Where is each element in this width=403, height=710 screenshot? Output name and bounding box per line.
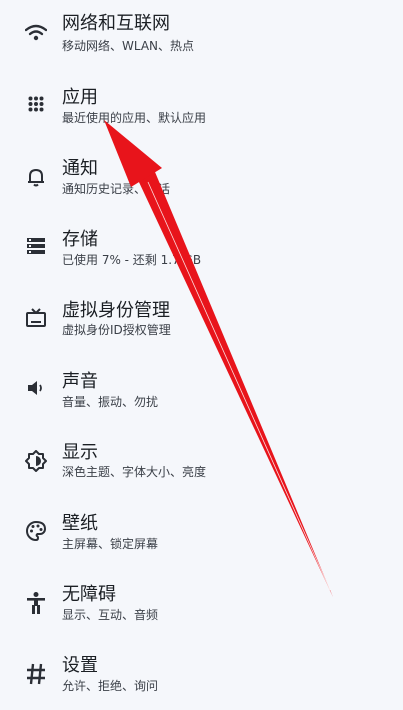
item-subtitle: 虚拟身份ID授权管理 xyxy=(62,323,171,337)
item-title: 网络和互联网 xyxy=(62,13,170,34)
item-title: 设置 xyxy=(62,655,98,676)
item-subtitle: 通知历史记录、对话 xyxy=(62,182,171,196)
settings-item-display[interactable]: 显示 深色主题、字体大小、亮度 xyxy=(0,427,403,497)
accessibility-icon xyxy=(24,591,48,615)
item-subtitle: 移动网络、WLAN、热点 xyxy=(62,39,195,53)
item-title: 虚拟身份管理 xyxy=(62,300,170,321)
settings-item-accessibility[interactable]: 无障碍 显示、互动、音频 xyxy=(0,569,403,639)
item-subtitle: 主屏幕、锁定屏幕 xyxy=(62,537,159,551)
apps-grid-icon xyxy=(24,92,48,116)
settings-item-notifications[interactable]: 通知 通知历史记录、对话 xyxy=(0,143,403,213)
item-title: 显示 xyxy=(62,442,98,463)
item-subtitle: 显示、互动、音频 xyxy=(62,608,159,622)
item-title: 存储 xyxy=(62,229,98,250)
item-subtitle: 深色主题、字体大小、亮度 xyxy=(62,465,207,479)
hash-icon xyxy=(24,662,48,686)
item-subtitle: 允许、拒绝、询问 xyxy=(62,679,159,693)
storage-icon xyxy=(24,234,48,258)
volume-icon xyxy=(24,376,48,400)
wifi-icon xyxy=(24,21,48,45)
settings-item-network[interactable]: 网络和互联网 移动网络、WLAN、热点 xyxy=(0,0,403,70)
item-subtitle: 最近使用的应用、默认应用 xyxy=(62,111,207,125)
item-title: 无障碍 xyxy=(62,584,116,605)
item-subtitle: 已使用 7% - 还剩 1.7 GB xyxy=(62,253,202,267)
settings-item-apps[interactable]: 应用 最近使用的应用、默认应用 xyxy=(0,72,403,142)
settings-item-settings[interactable]: 设置 允许、拒绝、询问 xyxy=(0,640,403,710)
settings-item-wallpaper[interactable]: 壁纸 主屏幕、锁定屏幕 xyxy=(0,498,403,568)
brightness-icon xyxy=(24,449,48,473)
settings-item-sound[interactable]: 声音 音量、振动、勿扰 xyxy=(0,356,403,426)
item-title: 声音 xyxy=(62,371,98,392)
tv-icon xyxy=(24,306,48,330)
bell-icon xyxy=(24,165,48,189)
item-title: 壁纸 xyxy=(62,513,98,534)
settings-item-virtual-identity[interactable]: 虚拟身份管理 虚拟身份ID授权管理 xyxy=(0,285,403,355)
item-title: 通知 xyxy=(62,158,98,179)
item-subtitle: 音量、振动、勿扰 xyxy=(62,395,159,409)
settings-item-storage[interactable]: 存储 已使用 7% - 还剩 1.7 GB xyxy=(0,214,403,284)
palette-icon xyxy=(24,519,48,543)
item-title: 应用 xyxy=(62,87,98,108)
